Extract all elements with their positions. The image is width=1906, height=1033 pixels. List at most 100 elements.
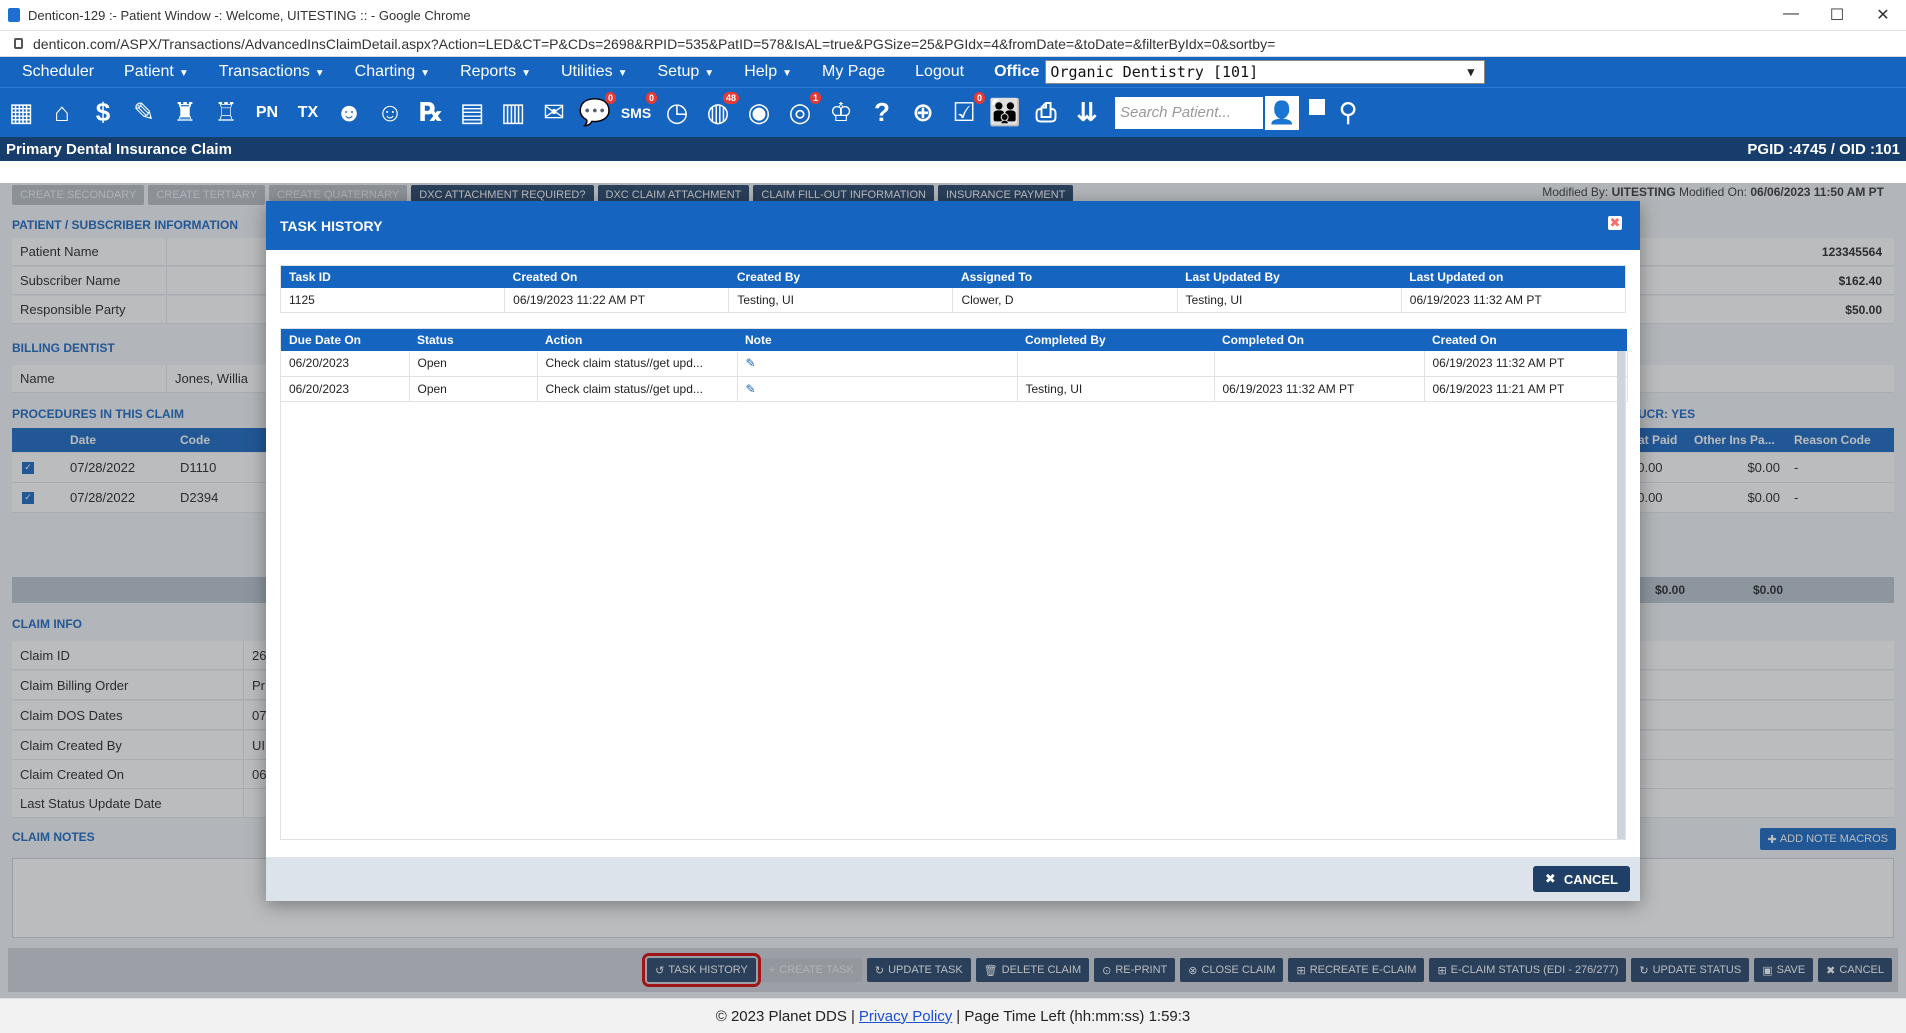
col-assigned-to: Assigned To xyxy=(952,265,1178,288)
menu-item-help[interactable]: Help ▼ xyxy=(744,63,792,81)
tooth-perio-icon[interactable]: ♖ xyxy=(209,94,243,132)
window-title: Denticon-129 :- Patient Window -: Welcom… xyxy=(28,7,471,23)
col-created-by: Created By xyxy=(728,265,953,288)
page-ids: PGID :4745 / OID :101 xyxy=(1747,140,1900,158)
note-cell: ✎ xyxy=(737,376,1018,402)
menu-item-scheduler[interactable]: Scheduler xyxy=(22,63,94,81)
support-icon[interactable]: ◉ xyxy=(742,94,776,132)
history-scrollbar[interactable] xyxy=(1617,351,1625,839)
menu-item-label: Reports xyxy=(460,63,517,80)
add-patient-icon[interactable]: ☻ xyxy=(332,94,366,132)
col-status: Status xyxy=(409,329,537,351)
add-family-icon[interactable]: ☺ xyxy=(373,94,407,132)
caret-down-icon: ▼ xyxy=(178,68,189,79)
menu-item-charting[interactable]: Charting ▼ xyxy=(355,63,430,81)
tasks-icon[interactable]: ☑ 0 xyxy=(947,91,985,132)
clock-icon[interactable]: ◷ xyxy=(660,94,694,132)
advanced-search-icon[interactable]: ⚲ xyxy=(1331,94,1365,132)
alert-badge: 1 xyxy=(809,91,821,104)
menu-item-label: Scheduler xyxy=(22,63,95,80)
web-badge: 48 xyxy=(722,91,739,104)
modal-header: TASK HISTORY ✖ xyxy=(266,201,1640,250)
alert-icon[interactable]: ◎ 1 xyxy=(783,91,821,132)
menu-item-reports[interactable]: Reports ▼ xyxy=(460,63,531,81)
family-icon[interactable]: 👪 xyxy=(988,94,1022,132)
address-bar[interactable]: denticon.com/ASPX/Transactions/AdvancedI… xyxy=(0,31,1906,57)
modal-cancel-button[interactable]: ✖ CANCEL xyxy=(1532,866,1630,892)
tooth-help-icon[interactable]: ? xyxy=(865,94,899,132)
menu-item-patient[interactable]: Patient ▼ xyxy=(124,63,189,81)
office-select-value: Organic Dentistry [101] xyxy=(1050,63,1259,81)
patient-search-button[interactable]: 👤 xyxy=(1263,93,1301,132)
task-last-updated-by: Testing, UI xyxy=(1177,287,1402,313)
globe-icon[interactable]: ◍ 48 xyxy=(701,91,739,132)
history-table: Due Date On Status Action Note Completed… xyxy=(281,329,1628,402)
search-patient-input[interactable]: Search Patient... xyxy=(1115,96,1263,129)
download-icon[interactable]: ⇊ xyxy=(1070,94,1104,132)
tooth-icon[interactable]: ♔ xyxy=(824,94,858,132)
caret-down-icon: ▼ xyxy=(782,68,792,79)
completed-on xyxy=(1214,351,1425,377)
modal-title: TASK HISTORY xyxy=(280,217,383,234)
print-document-icon[interactable]: ▥ xyxy=(496,94,530,132)
page-title: Primary Dental Insurance Claim xyxy=(6,140,232,158)
completed-on: 06/19/2023 11:32 AM PT xyxy=(1214,376,1425,402)
printer-icon[interactable]: ⎙ xyxy=(1029,94,1063,132)
sms-icon[interactable]: SMS 0 xyxy=(619,91,657,132)
menu-item-label: Patient xyxy=(124,63,174,80)
window-controls: — ☐ ✕ xyxy=(1768,5,1906,25)
history-table-header: Due Date On Status Action Note Completed… xyxy=(281,329,1627,351)
dollar-icon[interactable]: $ xyxy=(86,94,120,132)
prescription-icon[interactable]: ℞ xyxy=(414,94,448,132)
task-table: Task ID Created On Created By Assigned T… xyxy=(280,265,1627,313)
col-last-updated-by: Last Updated By xyxy=(1177,265,1402,288)
treatment-icon[interactable]: TX xyxy=(291,94,325,132)
status: Open xyxy=(409,376,538,402)
task-id: 1125 xyxy=(280,287,506,313)
menu-item-transactions[interactable]: Transactions ▼ xyxy=(219,63,325,81)
menu-item-label: Setup xyxy=(657,63,700,80)
privacy-policy-link[interactable]: Privacy Policy xyxy=(859,1008,952,1025)
completed-by: Testing, UI xyxy=(1017,376,1215,402)
home-icon[interactable]: ⌂ xyxy=(45,94,79,132)
completed-by xyxy=(1017,351,1215,377)
modal-footer: ✖ CANCEL xyxy=(266,857,1640,901)
tooth-chart-icon[interactable]: ♜ xyxy=(168,94,202,132)
menu-item-setup[interactable]: Setup ▼ xyxy=(657,63,714,81)
task-table-header: Task ID Created On Created By Assigned T… xyxy=(280,265,1626,288)
menu-item-my-page[interactable]: My Page xyxy=(822,63,885,81)
task-assigned-to: Clower, D xyxy=(952,287,1178,313)
table-row[interactable]: 06/20/2023 Open Check claim status//get … xyxy=(281,376,1628,402)
task-last-updated-on: 06/19/2023 11:32 AM PT xyxy=(1401,287,1627,313)
document-icon[interactable]: ▤ xyxy=(455,94,489,132)
maximize-icon[interactable]: ☐ xyxy=(1814,5,1860,25)
close-window-icon[interactable]: ✕ xyxy=(1860,5,1906,25)
menu-item-label: Charting xyxy=(354,63,416,80)
menu-item-label: Help xyxy=(744,63,778,80)
url-text[interactable]: denticon.com/ASPX/Transactions/AdvancedI… xyxy=(33,36,1275,52)
edit-chart-icon[interactable]: ✎ xyxy=(127,94,161,132)
search-option-checkbox[interactable] xyxy=(1309,98,1325,115)
col-note: Note xyxy=(737,329,1017,351)
close-icon: ✖ xyxy=(1544,871,1556,886)
table-row[interactable]: 06/20/2023 Open Check claim status//get … xyxy=(281,351,1628,377)
office-select[interactable]: Organic Dentistry [101] ▼ xyxy=(1045,60,1486,84)
status: Open xyxy=(409,351,538,377)
menu-item-utilities[interactable]: Utilities ▼ xyxy=(561,63,627,81)
chevron-down-icon: ▼ xyxy=(1467,65,1475,79)
mail-icon[interactable]: ✉ xyxy=(537,94,571,132)
messages-icon[interactable]: 💬 0 xyxy=(578,91,616,132)
web-search-icon[interactable]: ⊕ xyxy=(906,94,940,132)
pencil-icon[interactable]: ✎ xyxy=(746,356,756,370)
app-favicon-icon xyxy=(8,8,20,22)
close-icon[interactable]: ✖ xyxy=(1608,215,1622,230)
created-on: 06/19/2023 11:21 AM PT xyxy=(1424,376,1628,402)
progress-notes-icon[interactable]: PN xyxy=(250,94,284,132)
pencil-icon[interactable]: ✎ xyxy=(746,382,756,396)
task-history-modal: TASK HISTORY ✖ Task ID Created On Create… xyxy=(266,201,1640,901)
due-date: 06/20/2023 xyxy=(281,351,410,377)
calendar-icon[interactable]: ▦ xyxy=(4,94,38,132)
minimize-icon[interactable]: — xyxy=(1768,5,1814,25)
menu-item-logout[interactable]: Logout xyxy=(915,63,964,81)
col-last-updated-on: Last Updated on xyxy=(1401,265,1626,288)
